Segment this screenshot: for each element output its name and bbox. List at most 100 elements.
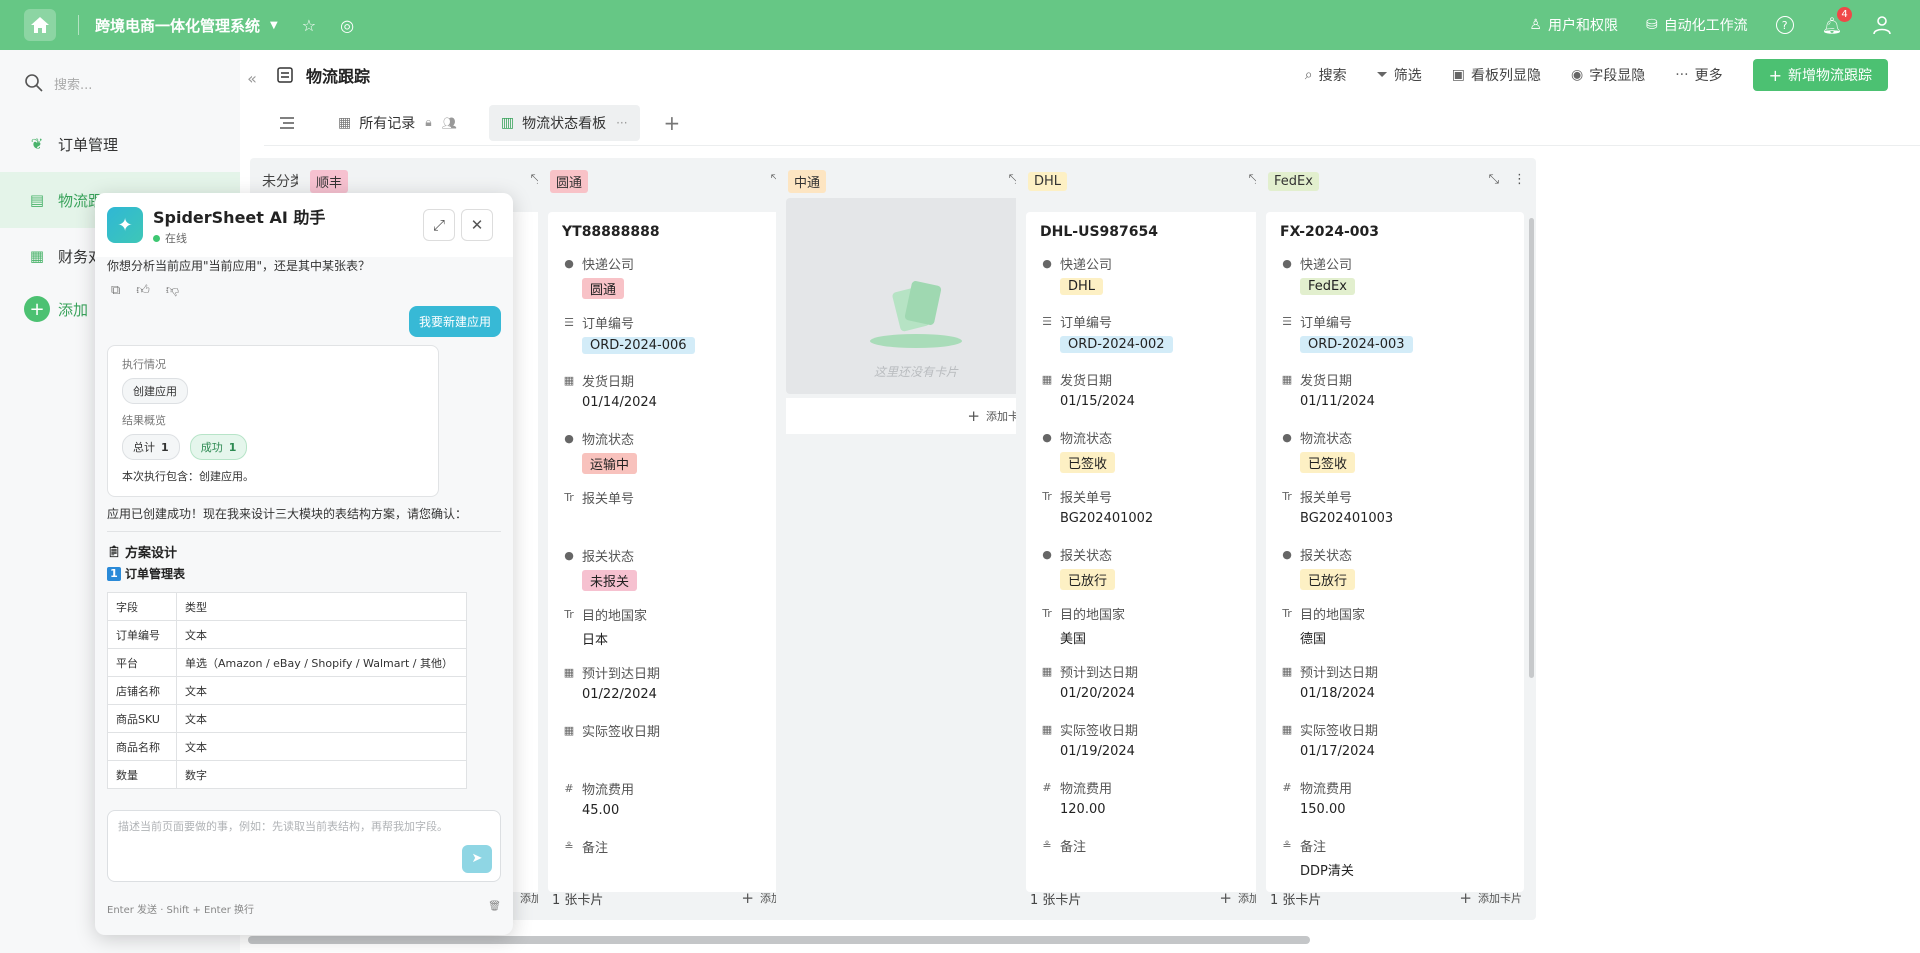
field-label-text: 备注 — [1060, 839, 1087, 855]
page-title: 物流跟踪 — [306, 67, 371, 86]
filter-button[interactable]: ⏷ 筛选 — [1377, 65, 1422, 85]
view-bar: ▦ 所有记录 🔒︎ 👥︎ ▥ 物流状态看板 ··· + — [264, 100, 1920, 146]
field-type-icon: ▦ — [1041, 372, 1053, 386]
field-label-text: 报关状态 — [1060, 548, 1113, 564]
column-title[interactable]: FedEx — [1268, 171, 1319, 191]
collapse-column-icon[interactable]: ⤡ — [1489, 172, 1499, 187]
field-chip: FedEx — [1300, 278, 1355, 295]
filter-label: 筛选 — [1393, 68, 1422, 84]
column-header: DHL⤡⋮ — [1016, 158, 1296, 204]
help-icon[interactable]: ? — [1775, 16, 1794, 34]
thumbs-down-icon[interactable]: 👎︎ — [166, 283, 179, 298]
field-label-text: 实际签收日期 — [582, 724, 661, 740]
add-card-button[interactable]: +添加卡片 — [1459, 889, 1522, 907]
users-permissions-label: 用户和权限 — [1547, 18, 1618, 34]
close-icon[interactable]: ✕ — [461, 209, 493, 241]
chevron-down-icon[interactable]: ▼ — [270, 20, 278, 31]
column-title[interactable]: 圆通 — [550, 169, 589, 193]
field-label: # 物流费用 — [1280, 778, 1510, 797]
field-type-icon: Tr — [1282, 489, 1292, 503]
field-type-icon: ▦ — [1041, 722, 1053, 736]
field-value: 120.00 — [1060, 802, 1106, 817]
field-value: 已签收 — [1060, 452, 1270, 473]
thumbs-up-icon[interactable]: 👍︎ — [136, 283, 150, 298]
page-header: 物流跟踪 ⌕ 搜索 ⏷ 筛选 ▣ 看板列显隐 ◉ 字段显隐 ··· 更多 + 新增物流跟踪 — [264, 50, 1920, 100]
menu-icon[interactable] — [278, 114, 296, 132]
star-icon[interactable]: ☆ — [302, 16, 316, 35]
search-label: 搜索 — [1318, 68, 1347, 84]
account-icon[interactable] — [1872, 15, 1892, 35]
view-more-icon[interactable]: ··· — [616, 116, 627, 130]
field-value: BG202401003 — [1300, 511, 1394, 526]
grid-icon: ▦ — [338, 114, 352, 131]
field-value: 45.00 — [582, 803, 620, 818]
sparkle-icon: ✦ — [107, 207, 143, 243]
add-card-button[interactable]: +添加卡片 — [786, 398, 1046, 434]
horizontal-scrollbar[interactable] — [248, 936, 1310, 944]
column-visibility-button[interactable]: ▣ 看板列显隐 — [1452, 65, 1541, 85]
kanban-card[interactable]: DHL-US987654 ● 快递公司 DHL ☰ 订单编号 ORD-2024-002 ▦ 发货… — [1026, 212, 1284, 892]
table-row: 商品名称 文本 — [107, 732, 467, 761]
field-label-text: 目的地国家 — [582, 608, 648, 624]
table-cell: 文本 — [176, 676, 467, 705]
field-value: 圆通 — [582, 278, 792, 299]
settings-icon[interactable]: ◎ — [340, 16, 354, 35]
user-message: 我要新建应用 — [408, 306, 501, 337]
field-type-icon: ≗ — [1282, 838, 1292, 852]
field-type-icon: ● — [564, 431, 574, 445]
app-title[interactable]: 跨境电商一体化管理系统 — [95, 15, 260, 36]
column-title[interactable]: 中通 — [788, 169, 827, 193]
column-3: DHL⤡⋮ DHL-US987654 ● 快递公司 DHL ☰ 订单编号 ORD-2024-0… — [1016, 158, 1296, 920]
field-type-icon: ☰ — [564, 315, 574, 329]
group-icon: 👥︎ — [441, 115, 457, 130]
column-title[interactable]: DHL — [1028, 171, 1068, 191]
more-button[interactable]: ··· 更多 — [1675, 65, 1722, 85]
kanban-card[interactable]: YT88888888 ● 快递公司 圆通 ☰ 订单编号 ORD-2024-006 ▦ 发货日期 0… — [548, 212, 806, 892]
column-footer: 1 张卡片 + 添加卡片 — [1256, 876, 1536, 920]
ai-chat-body[interactable]: 你想分析当前应用"当前应用"，还是其中某张表？ ⧉ 👍︎ 👎︎ 我要新建应用 执… — [95, 257, 513, 797]
field-value: 150.00 — [1300, 802, 1346, 817]
collapse-sidebar-icon[interactable]: « — [240, 66, 264, 90]
field-value: 美国 — [1060, 632, 1087, 647]
field-label-text: 快递公司 — [1300, 257, 1353, 273]
bell-icon[interactable]: 🔔︎ 4 — [1822, 6, 1852, 35]
users-permissions-link[interactable]: ♙ 用户和权限 — [1529, 15, 1618, 35]
field-visibility-button[interactable]: ◉ 字段显隐 — [1571, 65, 1645, 85]
field-chip: ORD-2024-003 — [1300, 336, 1413, 353]
field-label: ▦ 实际签收日期 — [1040, 720, 1270, 739]
expand-icon[interactable]: ⤢ — [423, 209, 455, 241]
field-type-icon: # — [1282, 780, 1292, 794]
search-icon — [25, 74, 43, 92]
kanban-card[interactable]: FX-2024-003 ● 快递公司 FedEx ☰ 订单编号 ORD-2024-003 ▦ 发… — [1266, 212, 1524, 892]
automation-link[interactable]: ⛁ 自动化工作流 — [1646, 15, 1748, 35]
field-label: Tr 报关单号 — [1040, 487, 1270, 506]
table-row: 商品SKU 文本 — [107, 704, 467, 733]
field-value: 01/19/2024 — [1060, 744, 1135, 759]
field-chip: 圆通 — [582, 278, 625, 299]
field-label: ● 报关状态 — [1280, 545, 1510, 564]
result-label: 结果概览 — [122, 414, 166, 427]
send-icon[interactable]: ➤ — [462, 845, 492, 873]
sidebar-add-label: 添加 — [58, 300, 89, 319]
tab-all-records[interactable]: ▦ 所有记录 🔒︎ 👥︎ — [326, 105, 469, 141]
new-logistics-button[interactable]: + 新增物流跟踪 — [1752, 59, 1888, 91]
assistant-input[interactable]: 描述当前页面要做的事，例如：先读取当前表结构，再帮我加字段。 ➤ — [107, 810, 501, 882]
field-label: ● 物流状态 — [562, 429, 792, 448]
add-view-icon[interactable]: + — [664, 111, 681, 135]
home-icon[interactable] — [24, 9, 56, 41]
field-type-icon: ● — [1042, 430, 1052, 444]
field-type-icon: ▦ — [563, 665, 575, 679]
tab-kanban[interactable]: ▥ 物流状态看板 ··· — [488, 104, 640, 141]
column-title[interactable]: 顺丰 — [310, 169, 349, 193]
doc-icon: ▤ — [29, 191, 45, 209]
field-value: 未报关 — [582, 570, 792, 591]
field-label: ● 快递公司 — [1040, 254, 1270, 273]
column-menu-icon[interactable]: ⋮ — [1513, 172, 1526, 187]
column-scrollbar[interactable] — [1529, 218, 1534, 678]
search-button[interactable]: ⌕ 搜索 — [1305, 65, 1347, 85]
plus-icon: + — [1459, 889, 1472, 907]
sidebar-item-orders[interactable]: ❦ 订单管理 — [0, 116, 240, 172]
copy-icon[interactable]: ⧉ — [111, 283, 120, 298]
sidebar-search[interactable]: 搜索... — [0, 50, 240, 116]
trash-icon[interactable]: 🗑︎ — [488, 901, 501, 916]
